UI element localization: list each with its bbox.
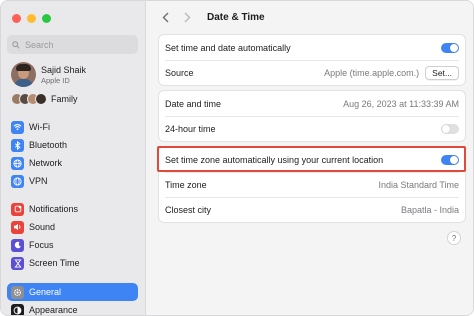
row-set-time-auto: Set time and date automatically [159,35,465,60]
main-pane: Date & Time Set time and date automatica… [147,1,473,315]
chevron-right-icon [184,12,190,22]
close-button[interactable] [12,14,21,23]
vpn-icon [11,174,24,188]
profile-name: Sajid Shaik [41,64,87,75]
help-button[interactable]: ? [447,231,461,245]
notifications-icon [11,202,24,216]
back-button[interactable] [157,9,173,25]
sidebar-item-notifications[interactable]: Notifications [7,200,138,218]
sidebar-item-label: VPN [29,176,48,186]
settings-window: Search Sajid Shaik Apple ID Family Wi-Fi… [0,0,474,316]
minimize-button[interactable] [27,14,36,23]
family-label: Family [51,94,78,104]
sidebar-item-label: Screen Time [29,258,80,268]
sidebar: Search Sajid Shaik Apple ID Family Wi-Fi… [1,1,146,315]
sidebar-item-label: Focus [29,240,54,250]
sidebar-item-label: Bluetooth [29,140,68,150]
sidebar-item-label: Sound [29,222,56,232]
sidebar-item-family[interactable]: Family [11,93,78,105]
appearance-icon [11,303,24,315]
set-time-auto-label: Set time and date automatically [165,42,291,53]
chevron-left-icon [162,12,168,22]
avatar [11,62,36,87]
group-date-time: Date and time Aug 26, 2023 at 11:33:39 A… [158,90,466,142]
sound-icon [11,220,24,234]
set-time-auto-toggle[interactable] [441,42,459,53]
toolbar: Date & Time [157,9,265,25]
row-closest-city: Closest city Bapatla - India [159,197,465,222]
forward-button[interactable] [179,9,195,25]
group-auto-time: Set time and date automatically Source A… [158,34,466,86]
sidebar-item-label: Network [29,158,63,168]
date-time-label: Date and time [165,98,222,109]
page-title: Date & Time [207,11,265,23]
sidebar-item-label: Notifications [29,204,79,214]
sidebar-item-appearance[interactable]: Appearance [7,301,138,315]
source-value: Apple (time.apple.com.) [324,67,420,78]
group-time-zone: Set time zone automatically using your c… [158,146,466,223]
tz-auto-toggle[interactable] [441,154,459,165]
focus-icon [11,238,24,252]
date-time-value[interactable]: Aug 26, 2023 at 11:33:39 AM [343,99,459,109]
city-label: Closest city [165,204,212,215]
search-icon [12,40,20,49]
zoom-button[interactable] [42,14,51,23]
row-24-hour: 24-hour time [159,116,465,141]
row-source: Source Apple (time.apple.com.) Set... [159,60,465,85]
profile-subtitle: Apple ID [41,75,70,85]
sidebar-group-network: Wi-Fi Bluetooth Network VPN [7,118,138,190]
row-time-zone: Time zone India Standard Time [159,172,465,197]
sidebar-item-network[interactable]: Network [7,154,138,172]
general-icon [11,285,24,299]
wifi-icon [11,120,24,134]
row-date-time: Date and time Aug 26, 2023 at 11:33:39 A… [159,91,465,116]
sidebar-item-bluetooth[interactable]: Bluetooth [7,136,138,154]
sidebar-item-label: General [29,287,62,297]
sidebar-item-screen-time[interactable]: Screen Time [7,254,138,272]
hour24-toggle[interactable] [441,123,459,134]
sidebar-item-sound[interactable]: Sound [7,218,138,236]
tz-auto-label: Set time zone automatically using your c… [165,154,384,165]
screen-time-icon [11,256,24,270]
sidebar-group-system: General Appearance [7,283,138,315]
bluetooth-icon [11,138,24,152]
source-label: Source [165,67,194,78]
sidebar-item-label: Wi-Fi [29,122,50,132]
sidebar-item-wifi[interactable]: Wi-Fi [7,118,138,136]
hour24-label: 24-hour time [165,123,216,134]
search-placeholder: Search [25,39,54,50]
sidebar-group-notifications: Notifications Sound Focus Screen Time [7,200,138,272]
family-avatars-icon [11,93,47,105]
sidebar-item-general[interactable]: General [7,283,138,301]
city-value: Bapatla - India [400,204,459,215]
apple-id-profile[interactable]: Sajid Shaik Apple ID [11,62,86,87]
window-controls [12,14,51,23]
network-icon [11,156,24,170]
row-tz-auto: Set time zone automatically using your c… [159,147,465,172]
sidebar-item-label: Appearance [29,305,78,315]
timezone-label: Time zone [165,179,207,190]
set-source-button[interactable]: Set... [425,65,459,80]
sidebar-item-vpn[interactable]: VPN [7,172,138,190]
sidebar-item-focus[interactable]: Focus [7,236,138,254]
timezone-value: India Standard Time [378,179,459,190]
search-input[interactable]: Search [7,35,138,54]
